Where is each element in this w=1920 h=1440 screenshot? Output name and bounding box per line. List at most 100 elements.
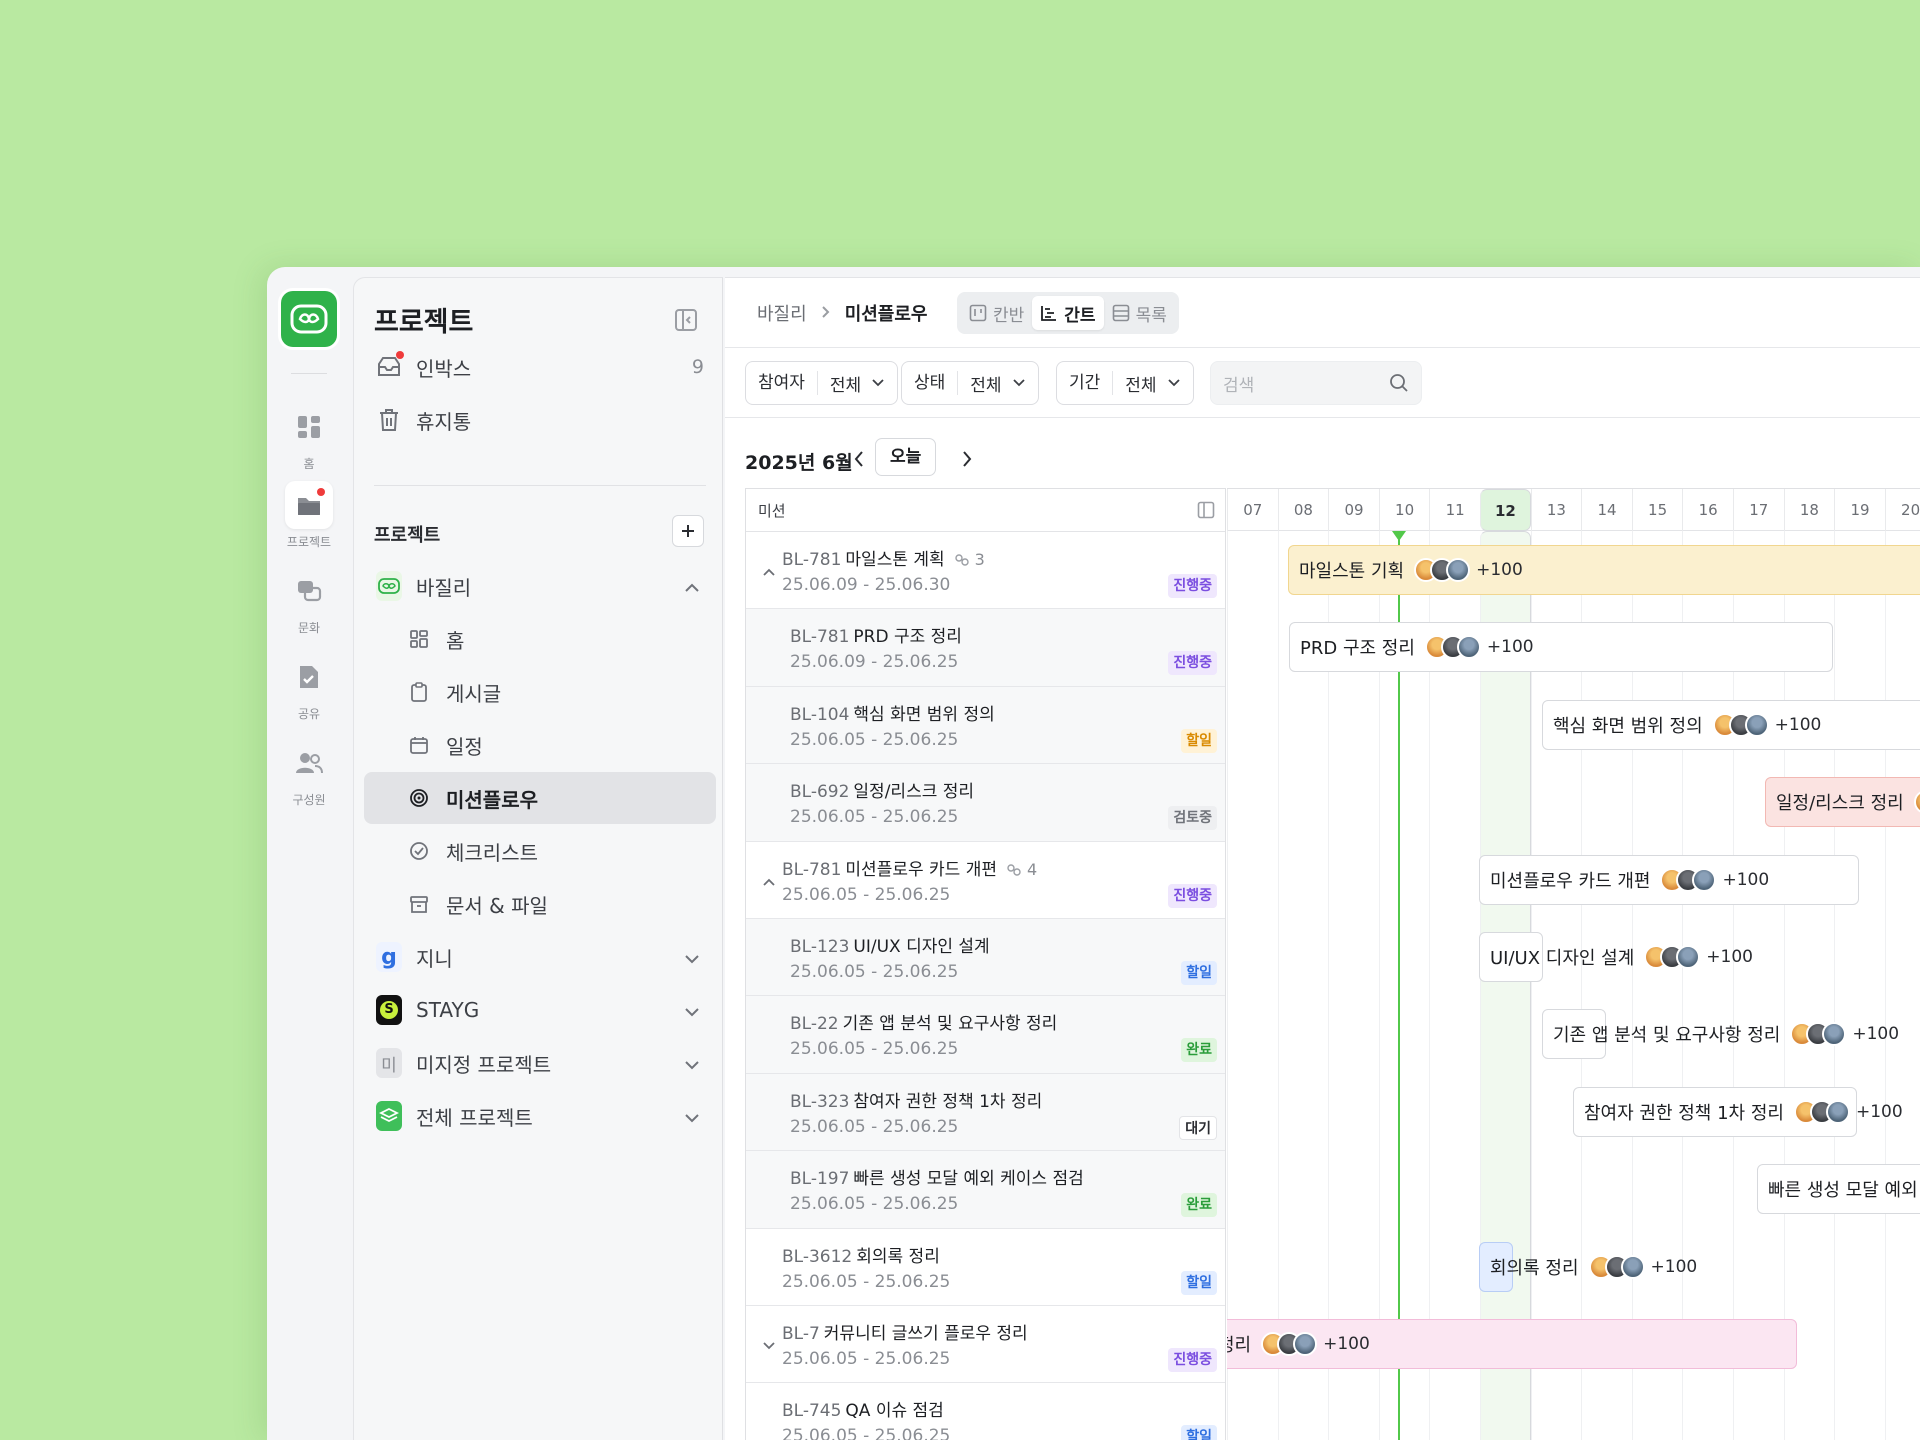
view-gantt[interactable]: 간트 bbox=[1032, 296, 1104, 330]
task-dates: 25.06.05 - 25.06.25 bbox=[790, 1039, 959, 1060]
table-row[interactable]: BL-104 핵심 화면 범위 정의 25.06.05 - 25.06.25 할일 bbox=[746, 686, 1225, 765]
today-button[interactable]: 오늘 bbox=[875, 438, 937, 476]
subtask-count: 3 bbox=[954, 550, 985, 569]
notification-dot bbox=[317, 488, 325, 496]
task-title: BL-745 QA 이슈 점검 bbox=[782, 1396, 944, 1421]
sidebar-item-inbox[interactable]: 인박스 9 bbox=[364, 341, 716, 393]
sidebar-item-label: 휴지통 bbox=[416, 409, 472, 434]
chevron-up-icon[interactable] bbox=[684, 574, 700, 598]
link-icon bbox=[954, 554, 969, 566]
table-row[interactable]: BL-197 빠른 생성 모달 예외 케이스 점검 25.06.05 - 25.06… bbox=[746, 1151, 1225, 1229]
gantt-bar[interactable]: 일정/리스크 정리+100 bbox=[1765, 777, 1920, 828]
gantt-bar-label: 마일스톤 기획 bbox=[1299, 561, 1405, 582]
avatar bbox=[1744, 712, 1769, 737]
gantt-bar[interactable]: UI/UX 디자인 설계 +100 bbox=[1479, 932, 1753, 982]
project-unassigned[interactable]: 미 미지정 프로젝트 bbox=[364, 1037, 716, 1089]
grid-icon bbox=[285, 403, 333, 451]
sidebar-collapse-icon[interactable] bbox=[674, 308, 698, 336]
chevron-down-icon[interactable] bbox=[684, 998, 700, 1022]
gantt-day-label: 09 bbox=[1328, 489, 1379, 531]
table-row[interactable]: BL-3612 회의록 정리 25.06.05 - 25.06.25 할일 bbox=[746, 1229, 1225, 1306]
file-check-icon bbox=[285, 653, 333, 701]
gantt-day-label: 10 bbox=[1378, 489, 1430, 531]
task-name: 마일스톤 계획 bbox=[845, 550, 945, 570]
gantt-day-label: 11 bbox=[1429, 489, 1480, 531]
gantt-bar[interactable]: 빠른 생성 모달 예외+100 bbox=[1757, 1164, 1920, 1215]
task-title: BL-7 커뮤니티 글쓰기 플로우 정리 bbox=[782, 1319, 1028, 1344]
table-row[interactable]: BL-781 마일스톤 계획 3 25.06.09 - 25.06.30 진행중 bbox=[746, 532, 1225, 610]
sidebar-subitem-missionflow[interactable]: 미션플로우 bbox=[364, 772, 716, 824]
gantt-bar[interactable]: 정리 +100 bbox=[1227, 1319, 1797, 1369]
table-row[interactable]: BL-323 참여자 권한 정책 1차 정리 25.06.05 - 25.06.25… bbox=[746, 1073, 1225, 1152]
next-month-icon[interactable] bbox=[961, 450, 973, 472]
project-all[interactable]: 전체 프로젝트 bbox=[364, 1090, 716, 1142]
project-basil[interactable]: 바질리 bbox=[364, 560, 716, 612]
sidebar-subitem-schedule[interactable]: 일정 bbox=[364, 719, 716, 771]
breadcrumb-parent[interactable]: 바질리 bbox=[757, 300, 807, 326]
sidebar-subitem-files[interactable]: 문서 & 파일 bbox=[364, 878, 716, 930]
sidebar-item-label: 인박스 bbox=[416, 356, 472, 381]
status-filter[interactable]: 상태 전체 bbox=[901, 361, 1039, 405]
task-dates: 25.06.05 - 25.06.25 bbox=[782, 1426, 951, 1440]
gantt-bar[interactable]: 회의록 정리 +100 bbox=[1479, 1241, 1697, 1292]
add-project-button[interactable] bbox=[672, 515, 704, 547]
task-dates: 25.06.05 - 25.06.25 bbox=[782, 1348, 951, 1369]
search-input[interactable]: 검색 bbox=[1210, 361, 1422, 405]
view-kanban[interactable]: 칸반 bbox=[961, 296, 1032, 330]
gantt-bar[interactable]: PRD 구조 정리 +100 bbox=[1289, 622, 1833, 673]
table-row[interactable]: BL-7 커뮤니티 글쓰기 플로우 정리 25.06.05 - 25.06.25 진행… bbox=[746, 1306, 1225, 1384]
task-name: 참여자 권한 정책 1차 정리 bbox=[853, 1091, 1043, 1112]
avatar-group bbox=[1913, 790, 1920, 815]
grid-small-icon bbox=[406, 626, 432, 652]
app-logo[interactable] bbox=[281, 291, 337, 347]
more-members-count: +100 bbox=[1323, 1334, 1370, 1354]
gantt-bar[interactable]: 기존 앱 분석 및 요구사항 정리 +100 bbox=[1542, 1009, 1899, 1060]
gantt-bar[interactable]: 핵심 화면 범위 정의 +100 bbox=[1542, 699, 1920, 750]
chevron-up-icon[interactable] bbox=[762, 872, 776, 891]
sidebar-item-trash[interactable]: 휴지통 bbox=[364, 394, 716, 446]
table-row[interactable]: BL-781 미션플로우 카드 개편 4 25.06.05 - 25.06.25 진행중 bbox=[746, 842, 1225, 919]
status-badge: 할일 bbox=[1181, 728, 1217, 753]
view-switcher: 칸반 간트 목록 bbox=[957, 292, 1179, 334]
rail-item-culture[interactable]: 문화 bbox=[267, 567, 351, 636]
chevron-down-icon[interactable] bbox=[684, 945, 700, 969]
period-filter[interactable]: 기간 전체 bbox=[1056, 361, 1194, 405]
table-row[interactable]: BL-745 QA 이슈 점검 25.06.05 - 25.06.25 할일 bbox=[746, 1383, 1225, 1440]
gantt-bar[interactable]: 참여자 권한 정책 1차 정리 +100 bbox=[1573, 1086, 1903, 1137]
sidebar-subitem-posts[interactable]: 게시글 bbox=[364, 666, 716, 718]
rail-item-home[interactable]: 홈 bbox=[267, 403, 351, 472]
gantt-bar-label: 핵심 화면 범위 정의 bbox=[1553, 715, 1703, 737]
sidebar-subitem-checklist[interactable]: 체크리스트 bbox=[364, 825, 716, 877]
prev-month-icon[interactable] bbox=[853, 450, 865, 472]
panel-toggle-icon[interactable] bbox=[1197, 501, 1215, 519]
table-row[interactable]: BL-123 UI/UX 디자인 설계 25.06.05 - 25.06.25 할일 bbox=[746, 918, 1225, 997]
project-jini[interactable]: g 지니 bbox=[364, 931, 716, 983]
rail-item-projects[interactable]: 프로젝트 bbox=[267, 481, 351, 550]
view-list[interactable]: 목록 bbox=[1104, 296, 1175, 330]
avatar-group bbox=[1712, 712, 1769, 737]
avatar-group bbox=[1790, 1022, 1847, 1047]
task-title: BL-781 마일스톤 계획 3 bbox=[782, 545, 985, 570]
task-id: BL-781 bbox=[782, 550, 842, 570]
rail-item-members[interactable]: 구성원 bbox=[267, 739, 351, 808]
project-stayg[interactable]: S STAYG bbox=[364, 984, 716, 1036]
task-id: BL-104 bbox=[790, 704, 850, 725]
chevron-down-icon[interactable] bbox=[762, 1336, 776, 1355]
gantt-chart: 07 08 09 10 11 12 13 14 15 16 17 18 19 20 마일스톤 기획 +100… bbox=[1227, 488, 1920, 1440]
breadcrumb-current: 미션플로우 bbox=[844, 304, 928, 325]
rail-item-share[interactable]: 공유 bbox=[267, 653, 351, 722]
chevron-down-icon[interactable] bbox=[684, 1104, 700, 1128]
table-row[interactable]: BL-692 일정/리스크 정리 25.06.05 - 25.06.25 검토중 bbox=[746, 764, 1225, 842]
chevron-down-icon bbox=[1167, 379, 1180, 387]
table-row[interactable]: BL-22 기존 앱 분석 및 요구사항 정리 25.06.05 - 25.06.2… bbox=[746, 996, 1225, 1074]
gantt-bar[interactable]: 미션플로우 카드 개편 +100 bbox=[1479, 854, 1859, 905]
sidebar-subitem-home[interactable]: 홈 bbox=[364, 613, 716, 665]
chevron-up-icon[interactable] bbox=[762, 562, 776, 581]
status-badge: 진행중 bbox=[1168, 1347, 1217, 1372]
chevron-down-icon[interactable] bbox=[684, 1051, 700, 1075]
table-row[interactable]: BL-781 PRD 구조 정리 25.06.09 - 25.06.25 진행중 bbox=[746, 609, 1225, 687]
task-dates: 25.06.05 - 25.06.25 bbox=[790, 807, 959, 828]
participant-filter[interactable]: 참여자 전체 bbox=[745, 361, 899, 405]
task-id: BL-781 bbox=[790, 627, 850, 648]
gantt-bar[interactable]: 마일스톤 기획 +100 bbox=[1288, 545, 1920, 595]
